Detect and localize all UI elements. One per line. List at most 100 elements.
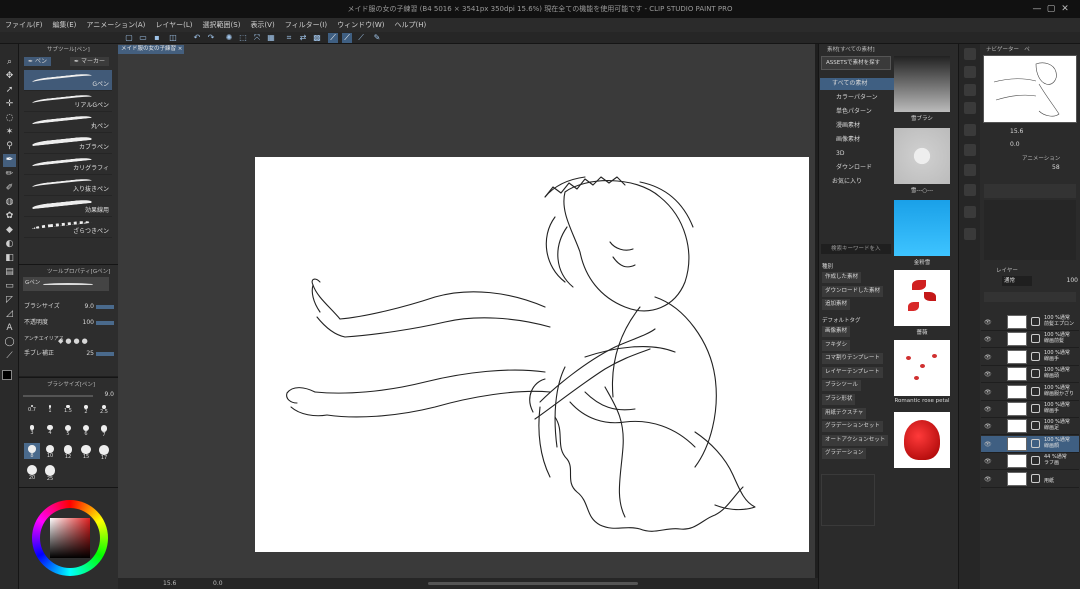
material-tree-image[interactable]: 画像素材 xyxy=(820,134,894,146)
material-search-input[interactable]: 検索キーワードを入 xyxy=(821,244,891,254)
minimize-button[interactable]: — xyxy=(1030,0,1044,18)
material-tag-button[interactable]: 用紙テクスチャ xyxy=(822,407,867,419)
blend-mode-select[interactable]: 通常 xyxy=(1002,276,1032,286)
balloon-tool-icon[interactable]: ◯ xyxy=(3,336,16,349)
layer-visibility-icon[interactable]: 👁 xyxy=(984,406,992,413)
material-tree-3d[interactable]: 3D xyxy=(820,148,894,160)
status-angle[interactable]: 0.0 xyxy=(213,578,223,589)
material-thumb-petal[interactable] xyxy=(894,412,950,468)
material-thumb-rose-petal[interactable] xyxy=(894,340,950,396)
panel-icon-sub-view[interactable] xyxy=(964,84,976,96)
layer-row[interactable]: 👁 用紙 xyxy=(981,471,1079,488)
ruler-tool-icon[interactable]: ◿ xyxy=(3,308,16,321)
color-square[interactable] xyxy=(50,518,90,558)
panel-icon-3d[interactable] xyxy=(964,164,976,176)
move-tool-icon[interactable]: ✥ xyxy=(3,70,16,83)
undo-icon[interactable]: ↶ xyxy=(192,33,202,43)
material-tag-button[interactable]: オートアクションセット xyxy=(822,434,889,446)
material-tree-favorites[interactable]: お気に入り xyxy=(820,176,894,188)
pen-tool-icon[interactable]: ✒ xyxy=(3,154,16,167)
material-tree-all[interactable]: すべての素材 xyxy=(820,78,894,90)
new-file-icon[interactable]: ▢ xyxy=(124,33,134,43)
grid-snap-icon[interactable]: ⟋ xyxy=(356,33,366,43)
save-icon[interactable]: ▪ xyxy=(152,33,162,43)
horizontal-scrollbar[interactable] xyxy=(428,582,638,585)
redo-icon[interactable]: ↷ xyxy=(206,33,216,43)
material-thumb-snow-dots[interactable] xyxy=(894,128,950,184)
material-tree-color-pattern[interactable]: カラーパターン xyxy=(820,92,894,104)
fill-tool-icon[interactable]: ◧ xyxy=(3,252,16,265)
menu-window[interactable]: ウィンドウ(W) xyxy=(332,18,389,32)
gradient-tool-icon[interactable]: ▤ xyxy=(3,266,16,279)
material-tree-download[interactable]: ダウンロード xyxy=(820,162,894,174)
close-tab-icon[interactable]: × xyxy=(178,46,183,52)
layer-visibility-icon[interactable]: 👁 xyxy=(984,458,992,465)
brush-size-cell[interactable]: 3 xyxy=(24,423,40,439)
material-thumb-rose[interactable] xyxy=(894,270,950,326)
layer-opacity[interactable]: 100 xyxy=(1067,277,1078,284)
eyedropper-tool-icon[interactable]: ⚲ xyxy=(3,140,16,153)
subtool-item-effect-line[interactable]: 効果線用 xyxy=(24,196,112,217)
material-tag-button[interactable]: 画像素材 xyxy=(822,326,851,337)
brush-size-cell[interactable]: 15 xyxy=(78,443,94,460)
brush-size-cell[interactable]: 1.5 xyxy=(60,403,76,419)
layer-row[interactable]: 👁 100 %通常 線画前髪 xyxy=(981,331,1079,349)
brush-size-cell[interactable]: 7 xyxy=(96,423,112,439)
clear-icon[interactable]: ✺ xyxy=(224,33,234,43)
material-tag-button[interactable]: ダウンロードした素材 xyxy=(822,285,884,297)
magic-wand-tool-icon[interactable]: ✶ xyxy=(3,126,16,139)
menu-help[interactable]: ヘルプ(H) xyxy=(389,18,431,32)
brush-tool-icon[interactable]: ✐ xyxy=(3,182,16,195)
panel-icon-item-bank[interactable] xyxy=(964,102,976,114)
brush-size-cell[interactable]: 20 xyxy=(24,463,40,481)
subtool-item-real-g-pen[interactable]: リアルGペン xyxy=(24,91,112,112)
material-thumb-gold-snow[interactable] xyxy=(894,200,950,256)
correct-line-tool-icon[interactable]: ⟋ xyxy=(3,350,16,363)
layer-visibility-icon[interactable]: 👁 xyxy=(984,319,992,326)
layer-visibility-icon[interactable]: 👁 xyxy=(984,371,992,378)
fill-icon[interactable]: ▦ xyxy=(266,33,276,43)
blend-tool-icon[interactable]: ◐ xyxy=(3,238,16,251)
layer-row[interactable]: 👁 100 %通常 線画顔 xyxy=(981,435,1079,453)
crop-icon[interactable]: ⌗ xyxy=(284,33,294,43)
layer-row[interactable]: 👁 100 %通常 前髪エプロン xyxy=(981,314,1079,331)
brush-size-cell[interactable]: 2 xyxy=(78,403,94,419)
operation-tool-icon[interactable]: ➚ xyxy=(3,84,16,97)
flip-icon[interactable]: ⇄ xyxy=(298,33,308,43)
stabilization-row[interactable]: 手ブレ補正 25 xyxy=(24,349,116,359)
subtool-item-g-pen[interactable]: Gペン xyxy=(24,70,112,91)
layer-row[interactable]: 👁 100 %通常 線画手 xyxy=(981,349,1079,366)
material-tag-button[interactable]: フキダシ xyxy=(822,339,851,351)
layer-visibility-icon[interactable]: 👁 xyxy=(984,476,992,483)
brush-size-cell[interactable]: 4 xyxy=(42,423,58,439)
airbrush-tool-icon[interactable]: ◍ xyxy=(3,196,16,209)
material-tag-button[interactable]: レイヤーテンプレート xyxy=(822,366,883,378)
tab-navigator-2[interactable]: ペ xyxy=(1024,47,1030,53)
material-tag-button[interactable]: 作成した素材 xyxy=(822,272,862,283)
brush-size-cell[interactable]: 25 xyxy=(42,463,58,482)
brush-size-cell[interactable]: 0.7 xyxy=(24,403,40,419)
navigator-angle[interactable]: 0.0 xyxy=(1010,141,1020,148)
brush-size-cell[interactable]: 8 xyxy=(24,443,40,459)
panel-icon-auto-action[interactable] xyxy=(964,184,976,196)
material-tag-button[interactable]: ブラシツール xyxy=(822,380,861,392)
menu-view[interactable]: 表示(V) xyxy=(245,18,279,32)
antialias-options[interactable]: ◆●●● xyxy=(58,336,90,346)
material-tag-button[interactable]: グラデーションセット xyxy=(822,421,883,433)
layer-move-tool-icon[interactable]: ✛ xyxy=(3,98,16,111)
material-tree-manga[interactable]: 漫画素材 xyxy=(820,120,894,132)
subtool-item-calligraphy[interactable]: カリグラフィ xyxy=(24,154,112,175)
antialias-row[interactable]: アンチエイリアス ◆●●● xyxy=(24,334,116,346)
layer-visibility-icon[interactable]: 👁 xyxy=(984,354,992,361)
grid-icon[interactable]: ▩ xyxy=(312,33,322,43)
assets-button[interactable]: ASSETSで素材を探す xyxy=(821,56,891,70)
menu-selection[interactable]: 選択範囲(S) xyxy=(198,18,246,32)
navigator-zoom[interactable]: 15.6 xyxy=(1010,128,1023,135)
material-tag-button[interactable]: ブラシ形状 xyxy=(822,394,856,405)
pencil-tool-icon[interactable]: ✏ xyxy=(3,168,16,181)
brush-size-slider[interactable] xyxy=(23,395,93,397)
brush-size-row[interactable]: ブラシサイズ 9.0 xyxy=(24,302,116,312)
frame-tool-icon[interactable]: ◸ xyxy=(3,294,16,307)
tab-pen[interactable]: ✒ ペン xyxy=(24,57,51,66)
material-tree-mono-pattern[interactable]: 単色パターン xyxy=(820,106,894,118)
